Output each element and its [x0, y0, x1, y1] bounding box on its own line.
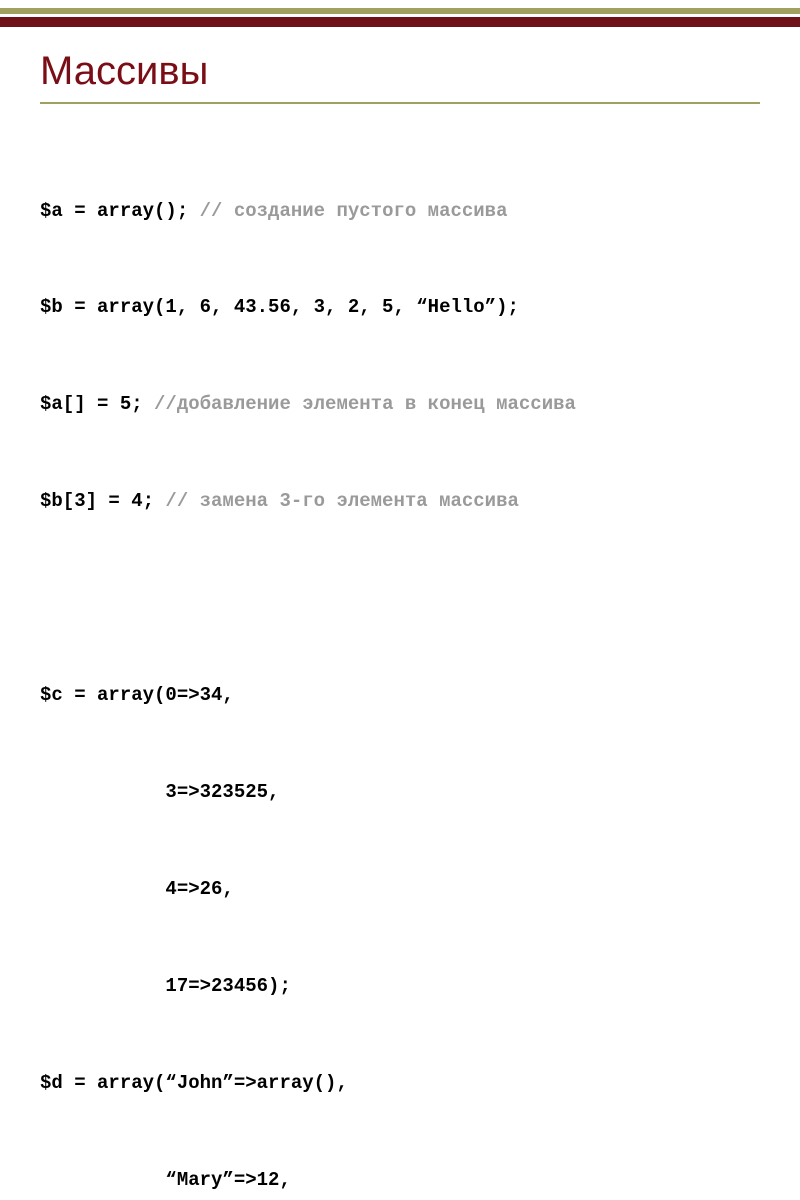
- code-block: $a = array(); // создание пустого массив…: [40, 130, 760, 1200]
- code-comment: //добавление элемента в конец массива: [154, 393, 576, 415]
- code-line-4: $b[3] = 4; // замена 3-го элемента масси…: [40, 485, 760, 517]
- code-text: $a = array();: [40, 200, 200, 222]
- code-text: $d = array(“John”=>array(),: [40, 1072, 348, 1094]
- code-line-11: “Mary”=>12,: [40, 1164, 760, 1196]
- code-line-9: 17=>23456);: [40, 970, 760, 1002]
- header-decoration: [0, 0, 800, 27]
- code-comment: // создание пустого массива: [200, 200, 508, 222]
- decoration-bar-maroon: [0, 17, 800, 27]
- code-line-8: 4=>26,: [40, 873, 760, 905]
- code-text: $a[] = 5;: [40, 393, 154, 415]
- code-comment: // замена 3-го элемента массива: [165, 490, 518, 512]
- code-text: [40, 587, 51, 609]
- code-text: 4=>26,: [40, 878, 234, 900]
- code-text: $c = array(0=>34,: [40, 684, 234, 706]
- code-line-blank: [40, 582, 760, 614]
- code-text: 17=>23456);: [40, 975, 291, 997]
- title-underline: [40, 102, 760, 104]
- slide-content: Массивы $a = array(); // создание пустог…: [0, 27, 800, 1200]
- code-text: $b[3] = 4;: [40, 490, 165, 512]
- code-line-3: $a[] = 5; //добавление элемента в конец …: [40, 388, 760, 420]
- code-line-6: $c = array(0=>34,: [40, 679, 760, 711]
- code-line-2: $b = array(1, 6, 43.56, 3, 2, 5, “Hello”…: [40, 291, 760, 323]
- code-text: 3=>323525,: [40, 781, 279, 803]
- code-text: $b = array(1, 6, 43.56, 3, 2, 5, “Hello”…: [40, 296, 519, 318]
- code-line-7: 3=>323525,: [40, 776, 760, 808]
- code-text: “Mary”=>12,: [40, 1169, 291, 1191]
- page-title: Массивы: [40, 49, 760, 94]
- code-line-1: $a = array(); // создание пустого массив…: [40, 195, 760, 227]
- code-line-10: $d = array(“John”=>array(),: [40, 1067, 760, 1099]
